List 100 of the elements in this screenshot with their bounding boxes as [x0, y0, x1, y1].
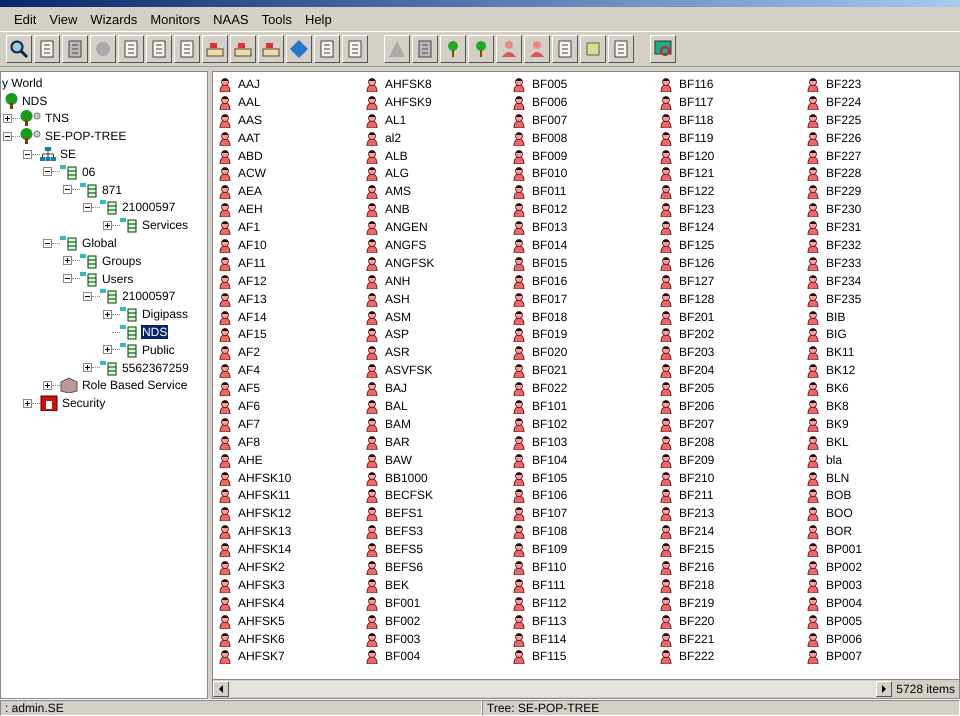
user-list-item[interactable]: BF105	[511, 468, 658, 486]
user-list-item[interactable]: AF6	[217, 397, 364, 415]
user-list-item[interactable]: AF4	[217, 361, 364, 380]
user-list-item[interactable]: BF104	[511, 450, 658, 469]
toolbar-button[interactable]	[342, 35, 368, 63]
user-list-item[interactable]: BF201	[658, 308, 805, 326]
tree-item[interactable]: Digipass	[141, 307, 190, 322]
user-list-item[interactable]: AHFSK2	[217, 558, 364, 576]
expander-icon[interactable]	[3, 132, 12, 141]
user-list-item[interactable]: BF208	[658, 432, 805, 451]
user-list-item[interactable]: BP001	[805, 540, 952, 558]
user-list-item[interactable]: BF006	[511, 92, 658, 111]
user-list-item[interactable]: BEFS1	[364, 504, 511, 522]
user-list-item[interactable]: BF017	[511, 290, 658, 308]
expander-icon[interactable]	[103, 310, 112, 319]
user-list-item[interactable]: BF206	[658, 397, 805, 415]
user-list-item[interactable]: BF018	[511, 308, 658, 326]
tree-item[interactable]: Public	[141, 342, 176, 357]
user-list-item[interactable]: BF013	[511, 218, 658, 236]
user-list-item[interactable]: AHFSK11	[217, 486, 364, 504]
expander-icon[interactable]	[3, 114, 12, 123]
user-list-item[interactable]: BF109	[511, 540, 658, 558]
toolbar-button[interactable]	[440, 35, 466, 63]
user-list-item[interactable]: BF214	[658, 522, 805, 540]
user-list-item[interactable]: AHFSK12	[217, 504, 364, 522]
user-list-item[interactable]: AHFSK14	[217, 540, 364, 558]
toolbar-button[interactable]	[552, 35, 578, 63]
user-list-item[interactable]: BOO	[805, 504, 952, 522]
user-list-item[interactable]: BF121	[658, 164, 805, 182]
user-list-item[interactable]: AHFSK8	[364, 75, 511, 93]
user-list-item[interactable]: BP003	[805, 576, 952, 594]
user-list-item[interactable]: AHFSK9	[364, 92, 511, 111]
tree-item[interactable]: Role Based Service	[81, 378, 188, 392]
toolbar-button[interactable]	[650, 35, 676, 63]
tree-item[interactable]: NDS	[141, 325, 168, 340]
menu-item[interactable]: Tools	[262, 12, 292, 26]
tree-item[interactable]: 06	[81, 164, 96, 179]
user-list-item[interactable]: BOR	[805, 522, 952, 540]
user-list-item[interactable]: BF128	[658, 290, 805, 308]
user-list-item[interactable]: BF126	[658, 254, 805, 272]
user-list-item[interactable]: BP005	[805, 612, 952, 630]
user-list-item[interactable]: AHE	[217, 450, 364, 469]
expander-icon[interactable]	[23, 150, 32, 159]
tree-item[interactable]: Security	[61, 396, 106, 410]
toolbar-button[interactable]	[412, 35, 438, 63]
toolbar-button[interactable]	[34, 35, 60, 63]
user-list-item[interactable]: AAJ	[217, 75, 364, 93]
user-list-item[interactable]: BF222	[658, 648, 805, 666]
user-list-item[interactable]: BF226	[805, 128, 952, 147]
user-list-item[interactable]: BF215	[658, 540, 805, 558]
expander-icon[interactable]	[83, 202, 92, 212]
user-list-item[interactable]: AF14	[217, 308, 364, 326]
user-list-item[interactable]: BEFS5	[364, 540, 511, 558]
user-list-item[interactable]: ANGFSK	[364, 254, 511, 272]
user-list-item[interactable]: BF231	[805, 218, 952, 236]
expander-icon[interactable]	[63, 256, 72, 266]
expander-icon[interactable]	[63, 185, 72, 194]
user-list-item[interactable]: BF022	[511, 379, 658, 398]
user-list-item[interactable]: BAW	[364, 450, 511, 469]
expander-icon[interactable]	[103, 345, 112, 354]
user-list-item[interactable]: BF210	[658, 468, 805, 486]
user-list-item[interactable]: AHFSK6	[217, 630, 364, 648]
expander-icon[interactable]	[103, 220, 112, 230]
user-list-item[interactable]: ASR	[364, 343, 511, 362]
user-list-item[interactable]: bla	[805, 450, 952, 469]
expander-icon[interactable]	[43, 238, 52, 248]
user-list-item[interactable]: AHFSK7	[217, 648, 364, 666]
expander-icon[interactable]	[63, 274, 72, 284]
toolbar-button[interactable]	[258, 35, 284, 63]
user-list-item[interactable]: BF124	[658, 218, 805, 236]
tree-item[interactable]: 21000597	[121, 289, 176, 304]
user-list-item[interactable]: BOB	[805, 486, 952, 504]
user-list-item[interactable]: BF123	[658, 200, 805, 218]
toolbar-button[interactable]	[62, 35, 88, 63]
expander-icon[interactable]	[83, 292, 92, 301]
user-list-item[interactable]: BP007	[805, 648, 952, 666]
user-list-item[interactable]: BF204	[658, 361, 805, 380]
user-list-item[interactable]: ANB	[364, 200, 511, 218]
user-list-item[interactable]: AF8	[217, 432, 364, 451]
user-list-item[interactable]: BAM	[364, 414, 511, 433]
user-list-item[interactable]: BF224	[805, 92, 952, 111]
user-list-item[interactable]: BK6	[805, 379, 952, 398]
toolbar-button[interactable]	[384, 35, 410, 63]
tree-item[interactable]: 5562367259	[121, 360, 190, 375]
toolbar-button[interactable]	[580, 35, 606, 63]
user-list-item[interactable]: al2	[364, 128, 511, 147]
user-list-item[interactable]: BF213	[658, 504, 805, 522]
user-list-item[interactable]: ASM	[364, 308, 511, 326]
user-list-item[interactable]: BK11	[805, 343, 952, 362]
user-list-item[interactable]: BF117	[658, 92, 805, 111]
user-list-item[interactable]: BF118	[658, 110, 805, 129]
user-list-item[interactable]: AHFSK10	[217, 468, 364, 486]
user-list-item[interactable]: ANGFS	[364, 236, 511, 254]
user-list-item[interactable]: ASP	[364, 325, 511, 344]
user-list-item[interactable]: AF13	[217, 290, 364, 308]
user-list-item[interactable]: BF014	[511, 236, 658, 254]
user-list-item[interactable]: BF120	[658, 146, 805, 164]
toolbar-button[interactable]	[230, 35, 256, 63]
user-list-item[interactable]: BF114	[511, 630, 658, 648]
toolbar-button[interactable]	[90, 35, 116, 63]
